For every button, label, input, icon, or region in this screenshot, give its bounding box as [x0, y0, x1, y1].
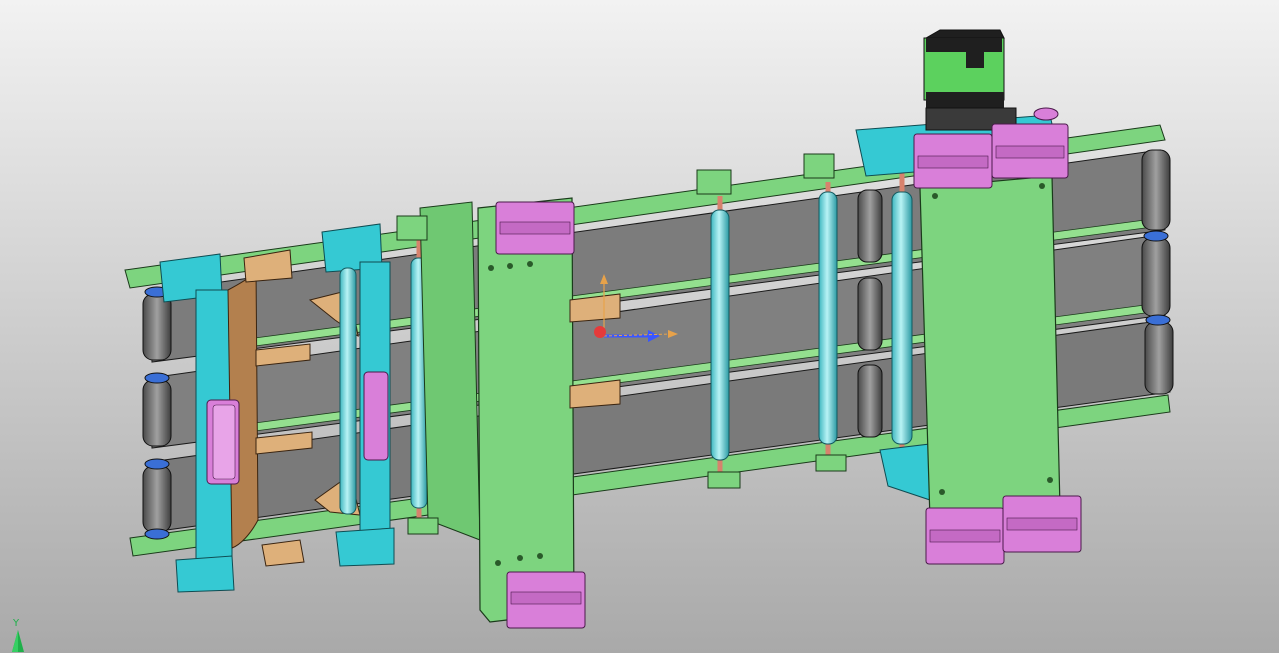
- view-axis-label: Y: [13, 618, 20, 629]
- right-side-plate: [919, 175, 1061, 521]
- right-clamp-bottom-left: [925, 507, 1005, 565]
- dark-idler-rollers: [857, 189, 883, 438]
- cyan-roller-5: [891, 172, 913, 462]
- view-axis-indicator: Y: [8, 618, 30, 652]
- right-clamp-bottom-right: [1002, 495, 1082, 553]
- right-clamp-top-right: [991, 123, 1069, 179]
- right-clamp-top-left: [913, 133, 993, 189]
- y-axis-arrow-icon: [12, 630, 24, 652]
- cad-3d-viewport[interactable]: Y: [0, 0, 1279, 653]
- model-canvas[interactable]: [0, 0, 1279, 653]
- center-clamp-bottom: [506, 571, 586, 629]
- cyan-roller-3: [710, 196, 730, 478]
- cyan-roller-4: [818, 182, 838, 465]
- center-clamp-top: [495, 201, 575, 255]
- cyan-roller-1: [339, 267, 357, 515]
- left-end-rollers: [142, 286, 172, 540]
- left-clamp-block: [206, 399, 240, 485]
- right-end-rollers: [1141, 149, 1174, 395]
